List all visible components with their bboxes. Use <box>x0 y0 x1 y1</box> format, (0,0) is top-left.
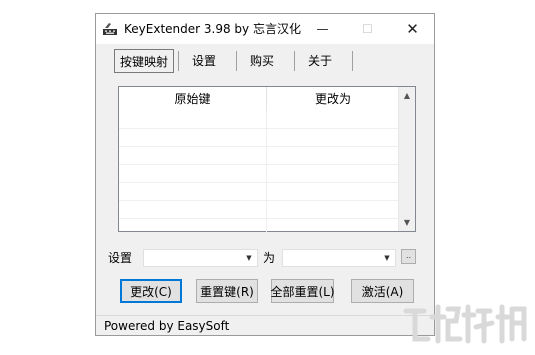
tab-settings[interactable]: 设置 <box>184 49 224 73</box>
status-text: Powered by EasySoft <box>104 319 230 333</box>
source-key-select[interactable]: ▼ <box>143 249 258 267</box>
vertical-scrollbar[interactable]: ▲ ▼ <box>398 87 415 231</box>
table-row[interactable] <box>119 183 399 201</box>
maximize-icon: ☐ <box>362 22 373 36</box>
chevron-down-icon: ▼ <box>246 254 252 262</box>
app-window: KeyExtender 3.98 by 忘言汉化 — ☐ ✕ 按键映射 设置 购… <box>95 13 435 336</box>
scroll-down-icon[interactable]: ▼ <box>399 214 415 231</box>
table-row[interactable] <box>119 219 399 237</box>
download-site-logo-icon <box>403 304 527 344</box>
scroll-up-icon[interactable]: ▲ <box>399 87 415 104</box>
column-header-change-to[interactable]: 更改为 <box>267 87 399 111</box>
reset-all-button[interactable]: 全部重置(L) <box>270 279 335 303</box>
minimize-icon: — <box>316 22 329 36</box>
maximize-button[interactable]: ☐ <box>345 14 390 44</box>
browse-button[interactable]: .. <box>401 249 416 264</box>
table-row[interactable] <box>119 111 399 129</box>
minimize-button[interactable]: — <box>300 14 345 44</box>
close-icon: ✕ <box>406 20 419 38</box>
tab-key-mapping[interactable]: 按键映射 <box>114 49 174 73</box>
table-row[interactable] <box>119 201 399 219</box>
column-header-original-key[interactable]: 原始键 <box>119 87 267 111</box>
table-row[interactable] <box>119 147 399 165</box>
list-rows <box>119 111 399 237</box>
table-row[interactable] <box>119 129 399 147</box>
window-title: KeyExtender 3.98 by 忘言汉化 <box>124 22 301 36</box>
tab-separator <box>352 51 353 71</box>
reset-key-button[interactable]: 重置键(R) <box>196 279 258 303</box>
list-header: 原始键 更改为 <box>119 87 399 111</box>
title-bar[interactable]: KeyExtender 3.98 by 忘言汉化 — ☐ ✕ <box>96 14 434 44</box>
chevron-down-icon: ▼ <box>384 254 390 262</box>
status-bar: Powered by EasySoft <box>96 315 434 335</box>
tab-separator <box>294 51 295 71</box>
tab-separator <box>236 51 237 71</box>
set-label: 设置 <box>108 251 133 265</box>
tab-purchase[interactable]: 购买 <box>242 49 282 73</box>
close-button[interactable]: ✕ <box>390 14 435 44</box>
target-key-select[interactable]: ▼ <box>282 249 396 267</box>
keyboard-app-icon <box>103 23 117 35</box>
tab-separator <box>178 51 179 71</box>
key-mapping-list[interactable]: 原始键 更改为 ▲ ▼ <box>118 86 416 237</box>
table-row[interactable] <box>119 165 399 183</box>
change-button[interactable]: 更改(C) <box>120 279 182 303</box>
to-label: 为 <box>263 251 276 265</box>
tab-about[interactable]: 关于 <box>300 49 340 73</box>
